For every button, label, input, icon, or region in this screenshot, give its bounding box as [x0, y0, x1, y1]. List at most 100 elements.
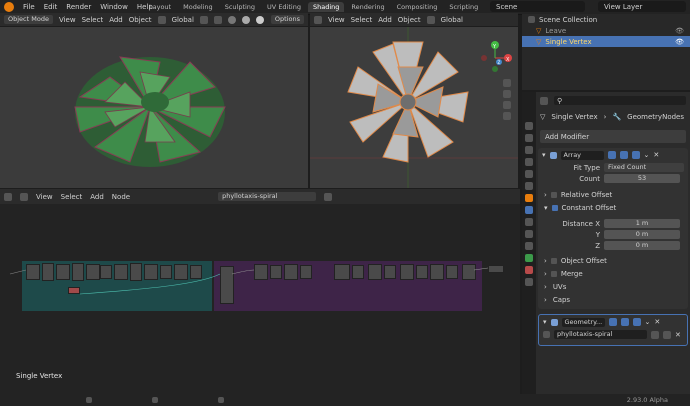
snap-icon[interactable]: [199, 15, 208, 24]
node-tree-selector[interactable]: phyllotaxis-spiral: [218, 192, 317, 201]
transform-pivot-icon[interactable]: [426, 15, 435, 24]
shading-solid-icon[interactable]: [241, 15, 250, 24]
ne-menu-add[interactable]: Add: [90, 193, 104, 201]
vr-transform-orientation[interactable]: Global: [441, 16, 463, 24]
modifier-tab-icon[interactable]: [525, 206, 533, 214]
close-icon[interactable]: ✕: [654, 318, 660, 326]
scene-selector[interactable]: Scene: [490, 1, 585, 12]
collapse-arrow-icon[interactable]: ▾: [542, 151, 546, 159]
visibility-icon[interactable]: 👁: [675, 27, 684, 35]
expand-arrow-icon[interactable]: ›: [544, 270, 547, 278]
view-layer-tab-icon[interactable]: [525, 158, 533, 166]
node-tree-field[interactable]: phyllotaxis-spiral: [554, 330, 647, 339]
distance-y-field[interactable]: 0 m: [604, 230, 680, 239]
object-offset-checkbox[interactable]: [550, 257, 557, 264]
tab-modeling[interactable]: Modeling: [178, 2, 218, 12]
duplicate-icon[interactable]: [663, 330, 671, 339]
vr-menu-object[interactable]: Object: [398, 16, 421, 24]
collapse-arrow-icon[interactable]: ▾: [543, 318, 547, 326]
material-tab-icon[interactable]: [525, 266, 533, 274]
tab-compositing[interactable]: Compositing: [392, 2, 443, 12]
outliner-root[interactable]: Scene Collection: [522, 14, 690, 25]
texture-tab-icon[interactable]: [525, 278, 533, 286]
relative-offset-row[interactable]: › Relative Offset: [538, 189, 688, 200]
menu-window[interactable]: Window: [100, 3, 128, 11]
ne-menu-view[interactable]: View: [36, 193, 53, 201]
dropdown-icon[interactable]: ⌄: [644, 151, 650, 159]
tab-shading[interactable]: Shading: [307, 2, 345, 12]
expand-arrow-icon[interactable]: ›: [544, 191, 547, 199]
fake-user-shield-icon[interactable]: [651, 330, 659, 339]
proportional-edit-icon[interactable]: [213, 15, 222, 24]
tool-tab-icon[interactable]: [525, 122, 533, 130]
world-tab-icon[interactable]: [525, 182, 533, 190]
tab-sculpting[interactable]: Sculpting: [220, 2, 260, 12]
geometry-modifier-name[interactable]: Geometry...: [561, 317, 605, 327]
transform-orientation[interactable]: Global: [172, 16, 194, 24]
expand-arrow-icon[interactable]: ›: [544, 296, 547, 304]
vl-menu-select[interactable]: Select: [82, 16, 104, 24]
mode-selector[interactable]: Object Mode: [4, 15, 53, 24]
count-field[interactable]: 53: [604, 174, 680, 183]
particles-tab-icon[interactable]: [525, 218, 533, 226]
render-tab-icon[interactable]: [525, 134, 533, 142]
relative-offset-checkbox[interactable]: [550, 191, 557, 198]
viewport-right[interactable]: X Y Z View Select Add Object Global: [310, 13, 518, 188]
close-icon[interactable]: ✕: [653, 151, 659, 159]
dropdown-icon[interactable]: ⌄: [645, 318, 651, 326]
viewport-toggle-icon[interactable]: [619, 151, 628, 159]
viewport-toggle-icon[interactable]: [620, 318, 629, 326]
tab-uv-editing[interactable]: UV Editing: [262, 2, 306, 12]
unlink-icon[interactable]: ✕: [675, 331, 681, 339]
menu-render[interactable]: Render: [66, 3, 91, 11]
menu-file[interactable]: File: [23, 3, 35, 11]
visibility-icon[interactable]: 👁: [675, 38, 684, 46]
render-toggle-icon[interactable]: [632, 318, 641, 326]
node-editor-canvas[interactable]: Single Vertex: [0, 204, 520, 394]
shading-wireframe-icon[interactable]: [227, 15, 236, 24]
distance-z-field[interactable]: 0 m: [604, 241, 680, 250]
collapse-arrow-icon[interactable]: ▾: [544, 204, 548, 212]
object-offset-row[interactable]: › Object Offset: [538, 255, 688, 266]
outliner-item-leave[interactable]: ▽ Leave 👁: [522, 25, 690, 36]
distance-x-field[interactable]: 1 m: [604, 219, 680, 228]
constraints-tab-icon[interactable]: [525, 242, 533, 250]
object-tab-icon[interactable]: [525, 194, 533, 202]
node-editor-type-icon[interactable]: [4, 192, 12, 201]
vl-menu-object[interactable]: Object: [129, 16, 152, 24]
editor-type-icon[interactable]: [314, 15, 322, 24]
fit-type-dropdown[interactable]: Fixed Count: [604, 163, 684, 172]
grid-icon[interactable]: [503, 112, 511, 120]
edit-mode-toggle-icon[interactable]: [607, 151, 616, 159]
expand-arrow-icon[interactable]: ›: [544, 283, 547, 291]
options-button[interactable]: Options: [270, 15, 304, 24]
uvs-row[interactable]: › UVs: [538, 281, 688, 292]
view-layer-selector[interactable]: View Layer: [598, 1, 686, 12]
vl-menu-view[interactable]: View: [59, 16, 76, 24]
node-tree-icon[interactable]: [543, 331, 550, 338]
merge-checkbox[interactable]: [550, 270, 557, 277]
properties-search[interactable]: ⚲: [554, 96, 686, 105]
physics-tab-icon[interactable]: [525, 230, 533, 238]
properties-editor-icon[interactable]: [540, 96, 548, 105]
ne-menu-node[interactable]: Node: [112, 193, 130, 201]
render-toggle-icon[interactable]: [631, 151, 640, 159]
scene-tab-icon[interactable]: [525, 170, 533, 178]
edit-mode-toggle-icon[interactable]: [608, 318, 617, 326]
caps-row[interactable]: › Caps: [538, 294, 688, 305]
navigation-gizmo[interactable]: X Y Z: [478, 41, 512, 75]
vl-menu-add[interactable]: Add: [109, 16, 123, 24]
outliner-item-single-vertex[interactable]: ▽ Single Vertex 👁: [522, 36, 690, 47]
modifier-name-field[interactable]: Array: [560, 150, 604, 160]
transform-pivot-icon[interactable]: [157, 15, 166, 24]
pin-icon[interactable]: [324, 192, 333, 201]
shading-material-icon[interactable]: [255, 15, 264, 24]
constant-offset-checkbox[interactable]: [551, 204, 558, 211]
vr-menu-view[interactable]: View: [328, 16, 345, 24]
vr-menu-select[interactable]: Select: [351, 16, 373, 24]
node-tree-type-icon[interactable]: [20, 192, 28, 201]
blender-logo-icon[interactable]: [4, 2, 14, 12]
menu-edit[interactable]: Edit: [44, 3, 58, 11]
constant-offset-row[interactable]: ▾ Constant Offset: [538, 202, 688, 213]
viewport-left[interactable]: Object Mode View Select Add Object Globa…: [0, 13, 308, 188]
